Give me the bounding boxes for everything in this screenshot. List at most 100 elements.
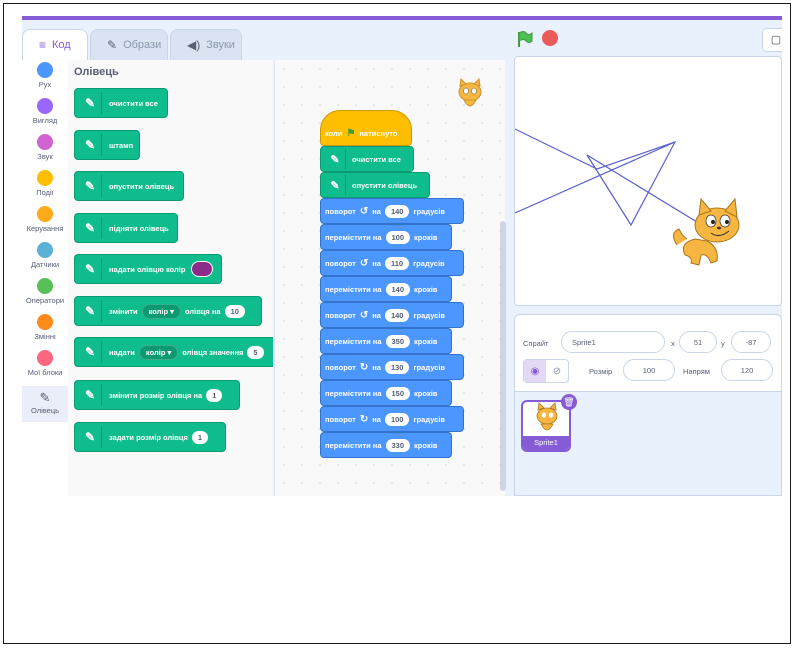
category-variables[interactable]: Змінні: [22, 314, 68, 341]
move-steps-block[interactable]: перемістити на 140 кроків: [320, 276, 452, 302]
y-field[interactable]: -87: [731, 331, 771, 353]
sprite-label: Спрайт: [523, 339, 549, 348]
tab-code[interactable]: ≡ Код: [22, 29, 88, 60]
pen-icon: ✎: [79, 258, 102, 280]
block-set-pen-size[interactable]: ✎ задати розмір олівця 1: [74, 422, 226, 452]
block-label: перемістити на: [325, 440, 382, 450]
number-input[interactable]: 130: [384, 360, 410, 374]
pen-icon: ✎: [79, 300, 102, 322]
tab-sounds[interactable]: ◀) Звуки: [170, 29, 242, 60]
move-steps-block[interactable]: перемістити на 350 кроків: [320, 328, 452, 354]
number-input[interactable]: 140: [384, 308, 410, 322]
color-swatch[interactable]: [191, 261, 214, 277]
block-label: очистити все: [109, 98, 158, 108]
size-field[interactable]: 100: [623, 359, 675, 381]
cat-sprite[interactable]: [673, 197, 740, 266]
number-input[interactable]: 100: [384, 412, 410, 426]
number-input[interactable]: 110: [384, 256, 410, 270]
category-motion[interactable]: Рух: [22, 62, 68, 89]
number-input[interactable]: 140: [384, 204, 410, 218]
script-pen-down-block[interactable]: ✎ опустити олівець: [320, 172, 430, 198]
block-label: олівця значення: [182, 347, 244, 357]
rotate-ccw-icon: ↺: [359, 205, 369, 217]
block-set-pen-param[interactable]: ✎ надати колір ▾ олівця значення 5: [74, 337, 273, 367]
when-flag-clicked-block[interactable]: коли ⚑ натиснуто: [320, 110, 412, 146]
script-clear-block[interactable]: ✎ очистити все: [320, 146, 414, 172]
x-field[interactable]: 51: [679, 331, 717, 353]
block-label: градусів: [413, 258, 445, 268]
move-steps-block[interactable]: перемістити на 330 кроків: [320, 432, 452, 458]
category-events[interactable]: Події: [22, 170, 68, 197]
param-dropdown[interactable]: колір ▾: [138, 344, 179, 360]
block-label: градусів: [413, 206, 446, 216]
number-input[interactable]: 100: [385, 230, 411, 244]
turn-right-block[interactable]: поворот ↻ на 130 градусів: [320, 354, 464, 380]
pen-icon: ✎: [79, 384, 102, 406]
block-clear[interactable]: ✎ очистити все: [74, 88, 168, 118]
block-label: задати розмір олівця: [109, 432, 188, 442]
category-pen[interactable]: ✎ Олівець: [22, 386, 68, 422]
number-input[interactable]: 140: [385, 282, 411, 296]
number-input[interactable]: 330: [385, 438, 411, 452]
stage[interactable]: [514, 56, 782, 306]
category-operators[interactable]: Оператори: [22, 278, 68, 305]
block-label: кроків: [414, 336, 438, 346]
number-input[interactable]: 150: [385, 386, 411, 400]
stop-button[interactable]: [542, 30, 558, 46]
tab-costumes-label: Образи: [123, 39, 162, 51]
turn-left-block[interactable]: поворот ↺ на 140 градусів: [320, 198, 464, 224]
category-sound[interactable]: Звук: [22, 134, 68, 161]
block-set-pen-color[interactable]: ✎ надати олівцю колір: [74, 254, 222, 284]
tab-costumes[interactable]: ✎ Образи: [90, 29, 168, 60]
category-label: Події: [36, 188, 54, 197]
block-change-pen-param[interactable]: ✎ змінити колір ▾ олівця на 10: [74, 296, 262, 326]
block-label: кроків: [414, 232, 438, 242]
category-control[interactable]: Керування: [22, 206, 68, 233]
block-pen-down[interactable]: ✎ опустити олівець: [74, 171, 184, 201]
turn-left-block[interactable]: поворот ↺ на 110 градусів: [320, 250, 464, 276]
block-stamp[interactable]: ✎ штамп: [74, 130, 140, 160]
dropdown-value: колір: [148, 306, 169, 316]
block-label: перемістити на: [325, 232, 382, 242]
param-dropdown[interactable]: колір ▾: [141, 303, 181, 319]
block-label: на: [372, 414, 381, 424]
green-flag-icon[interactable]: [516, 30, 534, 48]
category-label: Мої блоки: [27, 368, 63, 377]
costume-brush-icon: ✎: [107, 38, 118, 52]
hat-label: коли: [325, 128, 343, 138]
category-looks[interactable]: Вигляд: [22, 98, 68, 125]
stage-size-button[interactable]: ▢: [762, 28, 782, 52]
move-steps-block[interactable]: перемістити на 150 кроків: [320, 380, 452, 406]
block-label: перемістити на: [325, 284, 382, 294]
hide-eye-icon[interactable]: ⊘: [546, 360, 568, 382]
number-input[interactable]: 1: [206, 388, 223, 402]
block-label: градусів: [413, 310, 446, 320]
delete-sprite-icon[interactable]: 🗑: [561, 394, 577, 410]
direction-field[interactable]: 120: [721, 359, 773, 381]
block-label: олівця на: [184, 306, 221, 316]
turn-right-block[interactable]: поворот ↻ на 100 градусів: [320, 406, 464, 432]
category-my-blocks[interactable]: Мої блоки: [22, 350, 68, 377]
category-dot: [37, 242, 53, 258]
category-sensing[interactable]: Датчики: [22, 242, 68, 269]
show-eye-icon[interactable]: ◉: [524, 360, 546, 382]
sprite-thumbnail-name: Sprite1: [523, 436, 569, 450]
number-input[interactable]: 350: [385, 334, 411, 348]
block-pen-up[interactable]: ✎ підняти олівець: [74, 213, 178, 243]
editor-tabs: ≡ Код ✎ Образи ◀) Звуки: [22, 20, 782, 60]
rotate-ccw-icon: ↺: [359, 309, 369, 321]
turn-left-block[interactable]: поворот ↺ на 140 градусів: [320, 302, 464, 328]
number-input[interactable]: 5: [247, 345, 264, 359]
visibility-toggle: ◉ ⊘: [523, 359, 569, 383]
number-input[interactable]: 1: [191, 430, 209, 444]
category-label: Олівець: [30, 406, 60, 415]
direction-label: Напрям: [683, 367, 710, 376]
move-steps-block[interactable]: перемістити на 100 кроків: [320, 224, 452, 250]
number-input[interactable]: 10: [224, 304, 245, 318]
y-label: y: [721, 339, 725, 348]
script-scrollbar[interactable]: [500, 221, 506, 491]
pen-icon: ✎: [79, 426, 102, 448]
block-change-pen-size[interactable]: ✎ змінити розмір олівця на 1: [74, 380, 240, 410]
block-label: градусів: [413, 414, 446, 424]
sprite-name-field[interactable]: Sprite1: [561, 331, 665, 353]
